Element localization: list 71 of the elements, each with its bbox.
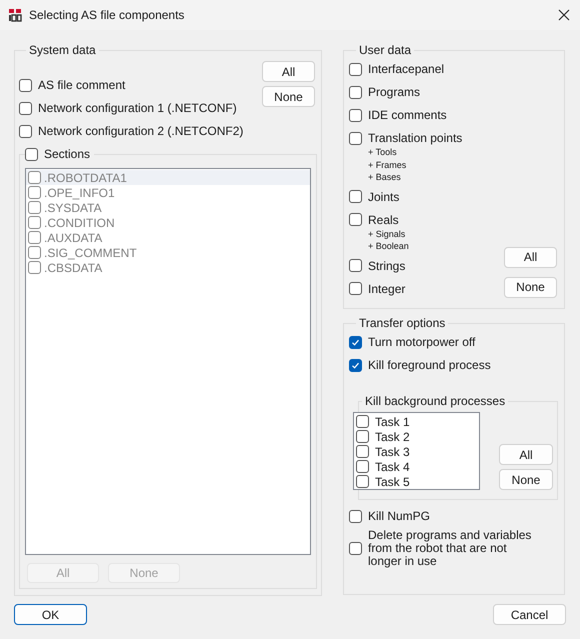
checkbox[interactable]	[349, 86, 362, 98]
button[interactable]: Cancel	[493, 604, 566, 625]
checkbox[interactable]	[349, 358, 362, 372]
checkbox-label: Turn motorpower off	[368, 334, 476, 351]
checkbox[interactable]	[19, 102, 32, 114]
close-icon[interactable]	[558, 9, 570, 21]
button[interactable]: None	[504, 276, 557, 298]
checkbox-label: Delete programs and variables from the robot that are not longer in use	[368, 529, 532, 568]
button[interactable]: OK	[14, 604, 87, 625]
checkbox[interactable]	[25, 148, 38, 160]
checkbox-label: Interfacepanel	[368, 61, 444, 78]
checkbox-label: IDE comments	[368, 107, 447, 124]
task-label: Task 1	[375, 414, 410, 430]
checkbox[interactable]	[349, 132, 362, 144]
check-icon	[351, 338, 360, 346]
app-icon	[8, 8, 22, 22]
group-title: User data	[358, 42, 412, 59]
item-label: .CBSDATA	[44, 260, 102, 276]
note: + Bases	[368, 171, 402, 184]
checkbox-label: Joints	[368, 188, 400, 206]
checkbox[interactable]	[19, 78, 32, 92]
note: + Tools	[368, 146, 398, 158]
checkbox[interactable]	[349, 510, 362, 523]
item-label: .SYSDATA	[44, 200, 102, 216]
checkbox[interactable]	[19, 124, 32, 138]
button[interactable]: None	[262, 86, 315, 107]
note: + Boolean	[368, 240, 410, 252]
task-label: Task 2	[375, 428, 410, 446]
checkbox-label: Kill foreground process	[368, 357, 491, 374]
task-label: Task 4	[375, 458, 410, 476]
checkbox[interactable]	[356, 415, 369, 428]
checkbox[interactable]	[356, 475, 369, 488]
checkbox-label: Programs	[368, 84, 420, 101]
note: + Frames	[368, 158, 408, 171]
checkbox[interactable]	[349, 282, 362, 295]
item-label: .OPE_INFO1	[44, 184, 115, 202]
item-label: .SIG_COMMENT	[44, 244, 137, 262]
checkbox-label: Integer	[368, 280, 406, 298]
group-title: Transfer options	[358, 315, 446, 332]
check-icon	[351, 360, 360, 370]
checkbox-label: Sections	[44, 146, 90, 163]
item-label: .AUXDATA	[44, 230, 102, 246]
checkbox[interactable]	[356, 430, 369, 443]
checkbox-label: Translation points	[368, 130, 462, 147]
note: + Signals	[368, 228, 406, 240]
item-label: .ROBOTDATA1	[44, 170, 127, 186]
checkbox[interactable]	[349, 190, 362, 203]
checkbox-label: AS file comment	[38, 77, 126, 94]
checkbox[interactable]	[356, 445, 369, 458]
checkbox[interactable]	[349, 62, 362, 76]
checkbox-label: Strings	[368, 258, 406, 274]
checkbox-label: Network configuration 1 (.NETCONF)	[38, 100, 237, 117]
group-title: System data	[28, 42, 97, 59]
group-title: Kill background processes	[364, 393, 506, 410]
checkbox[interactable]	[349, 108, 362, 122]
checkbox[interactable]	[349, 259, 362, 272]
checkbox[interactable]	[349, 542, 362, 555]
checkbox-label: Kill NumPG	[368, 510, 432, 523]
checkbox[interactable]	[349, 336, 362, 348]
checkbox[interactable]	[356, 460, 369, 473]
button[interactable]: All	[504, 246, 557, 268]
button[interactable]: None	[499, 469, 553, 490]
task-label: Task 5	[375, 474, 410, 490]
task-label: Task 3	[375, 444, 410, 460]
item-label: .CONDITION	[44, 214, 115, 232]
checkbox-label: Reals	[368, 212, 399, 228]
window-title: Selecting AS file components	[29, 7, 184, 24]
checkbox-label: Network configuration 2 (.NETCONF2)	[38, 123, 244, 140]
button[interactable]: All	[262, 61, 315, 82]
button[interactable]: All	[499, 444, 553, 465]
checkbox[interactable]	[349, 213, 362, 226]
